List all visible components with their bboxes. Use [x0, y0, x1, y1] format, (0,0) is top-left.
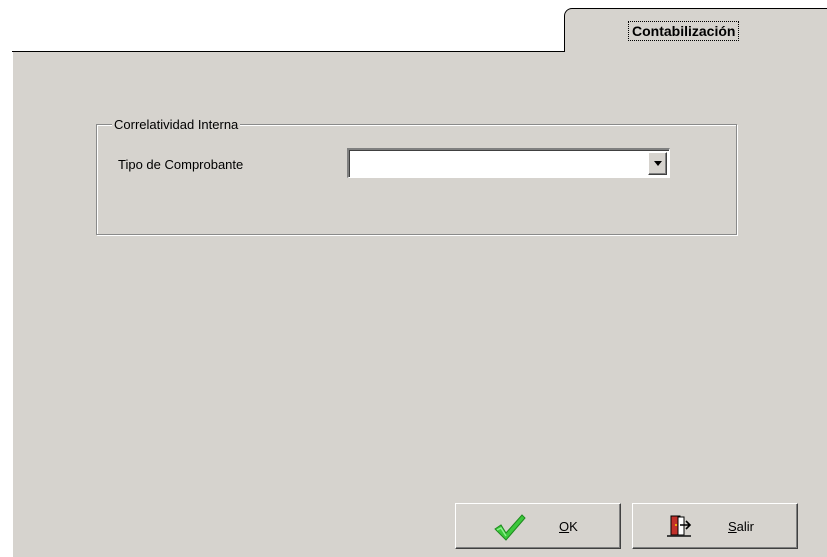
- exit-button-label: Salir: [728, 519, 754, 535]
- group-correlatividad-interna: [96, 124, 737, 235]
- ok-button-label: OK: [559, 519, 578, 535]
- exit-button[interactable]: Salir: [632, 503, 798, 549]
- ok-button[interactable]: OK: [455, 503, 621, 549]
- tab-label[interactable]: Contabilización: [628, 21, 740, 41]
- tipo-comprobante-combobox[interactable]: [347, 148, 670, 178]
- ok-mnemonic: O: [559, 519, 570, 534]
- exit-mnemonic: S: [728, 519, 737, 534]
- ok-label-rest: K: [569, 519, 578, 534]
- checkmark-icon: [492, 512, 528, 545]
- group-title: Correlatividad Interna: [112, 117, 241, 132]
- tipo-comprobante-label: Tipo de Comprobante: [118, 157, 244, 172]
- exit-label-rest: alir: [736, 519, 755, 534]
- chevron-down-icon: [653, 161, 662, 166]
- combobox-dropdown-button[interactable]: [648, 152, 667, 175]
- exit-door-icon: [666, 514, 692, 541]
